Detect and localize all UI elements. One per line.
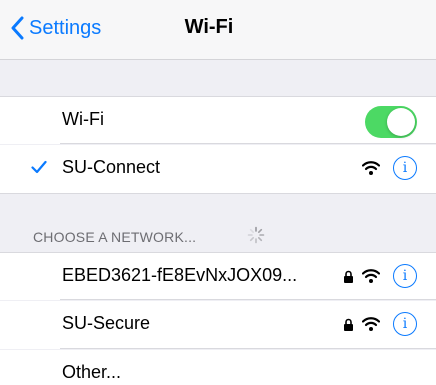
network-row[interactable]: EBED3621-fE8EvNxJOX09... i [0, 252, 436, 300]
other-network-row[interactable]: Other... [0, 350, 436, 385]
navigation-bar: Settings Wi-Fi [0, 0, 436, 60]
wifi-icon [362, 269, 380, 283]
wifi-toggle-row: Wi-Fi [0, 96, 436, 144]
row-separator [60, 143, 436, 144]
connected-network-row[interactable]: SU-Connect i [0, 145, 436, 193]
info-button[interactable]: i [393, 156, 417, 180]
wifi-label: Wi-Fi [62, 109, 104, 129]
loading-spinner-icon [247, 226, 265, 244]
section-header-label: CHOOSE A NETWORK... [33, 229, 197, 245]
wifi-icon [362, 161, 380, 175]
row-separator [60, 299, 436, 300]
network-name: EBED3621-fE8EvNxJOX09... [62, 265, 298, 285]
wifi-icon [362, 317, 380, 331]
network-name: SU-Secure [62, 313, 151, 333]
network-row[interactable]: SU-Secure i [0, 301, 436, 349]
connected-network-name: SU-Connect [62, 157, 161, 177]
toggle-knob [387, 108, 415, 136]
group-spacer [0, 60, 436, 96]
checkmark-icon [31, 160, 47, 174]
other-label: Other... [62, 362, 122, 382]
wifi-toggle-switch[interactable] [365, 106, 417, 138]
info-button[interactable]: i [393, 264, 417, 288]
lock-icon [344, 270, 353, 283]
lock-icon [344, 318, 353, 331]
row-separator [60, 348, 436, 349]
page-title: Wi-Fi [184, 16, 234, 38]
section-header: CHOOSE A NETWORK... [0, 193, 436, 252]
info-button[interactable]: i [393, 312, 417, 336]
